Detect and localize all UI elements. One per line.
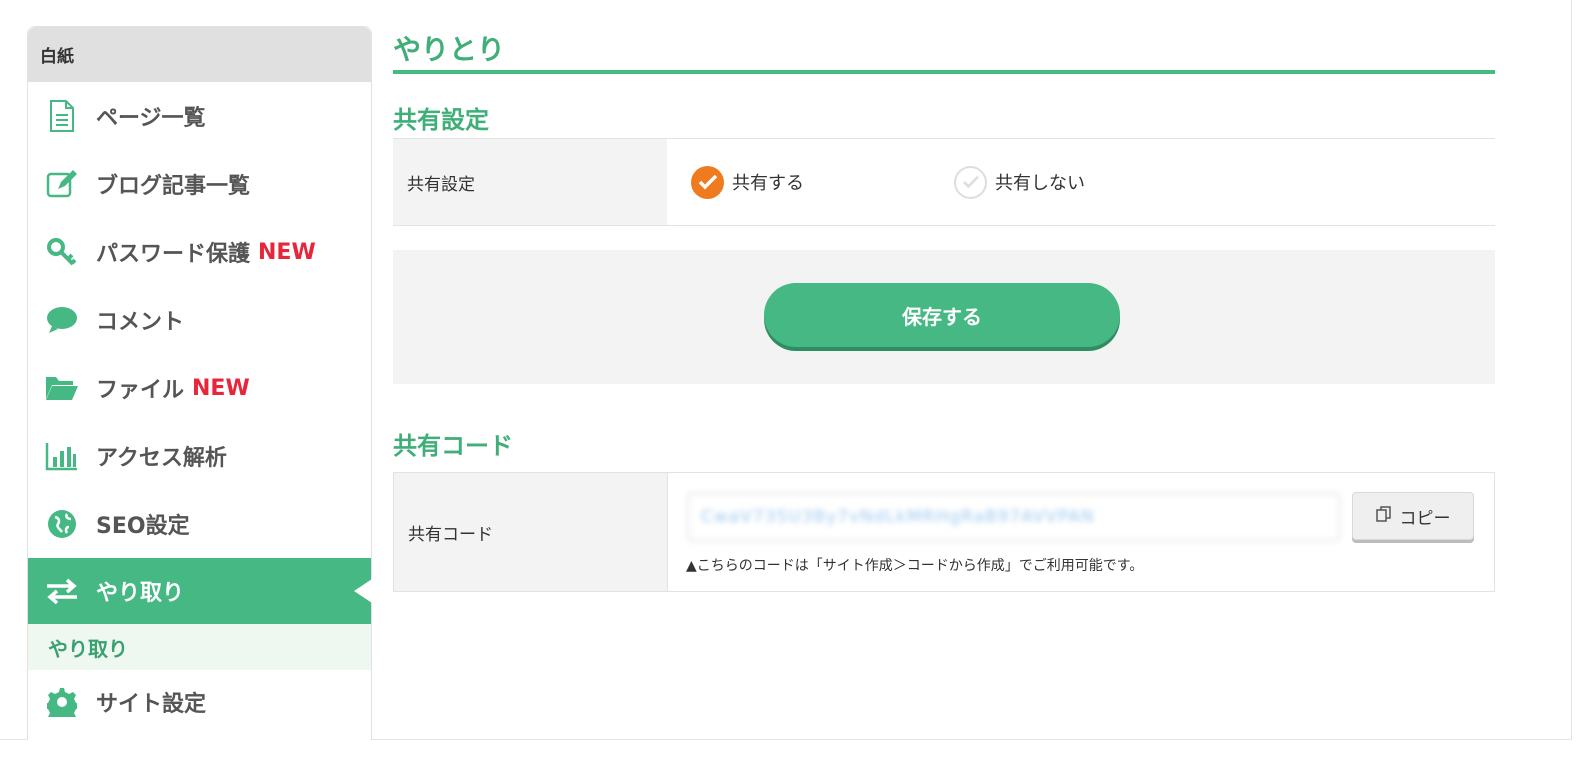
edit-icon [45,167,79,201]
share-code-note: ▲こちらのコードは「サイト作成＞コードから作成」でご利用可能です。 [686,558,1144,574]
sidebar-item-pages[interactable]: ページ一覧 [28,82,371,150]
share-code-field[interactable]: CwaV735U3By7vNdLkMRHgRaB97AVVPAN [688,493,1340,541]
folder-icon [45,371,79,405]
sidebar-item-label: ページ一覧 [96,106,206,131]
section-title-share-settings: 共有設定 [393,106,489,134]
sidebar-item-label: アクセス解析 [96,446,227,471]
sidebar-item-label: コメント [96,310,185,335]
sidebar-item-blog-posts[interactable]: ブログ記事一覧 [28,150,371,218]
share-settings-row: 共有設定 共有する 共有しない [393,138,1495,226]
share-code-content: CwaV735U3By7vNdLkMRHgRaB97AVVPAN コピー ▲こち… [668,473,1494,591]
share-options: 共有する 共有しない [667,139,1495,225]
section-title-share-code: 共有コード [393,432,513,460]
sidebar-header: 白紙 [28,27,371,82]
sidebar-item-exchange[interactable]: やり取り [28,558,372,624]
copy-button[interactable]: コピー [1352,492,1474,540]
key-icon [45,235,79,269]
save-button[interactable]: 保存する [764,283,1120,347]
sidebar-item-seo[interactable]: SEO設定 [28,490,371,558]
gear-icon [45,685,79,719]
comment-icon [45,303,79,337]
sidebar-subitem-exchange[interactable]: やり取り [28,624,371,670]
check-icon [954,165,987,199]
new-badge: NEW [192,375,250,401]
sidebar-item-label: サイト設定 [96,692,207,717]
radio-label: 共有しない [995,173,1085,194]
radio-label: 共有する [732,173,804,194]
globe-icon [45,507,79,541]
sidebar-item-site-settings[interactable]: サイト設定 [28,670,371,734]
copy-icon [1375,505,1392,527]
new-badge: NEW [258,239,316,265]
sidebar-item-password[interactable]: パスワード保護 NEW [28,218,371,286]
sidebar-item-label: ファイル [96,378,185,403]
main-content: やりとり 共有設定 共有設定 共有する 共有しない 保存する 共有コード 共有コ… [393,26,1495,592]
check-icon [691,165,724,199]
sidebar-item-label: パスワード保護 [96,242,251,267]
sidebar: 白紙 ページ一覧 ブログ記事一覧 パスワード保護 NEW コメント ファイル N… [27,26,372,740]
radio-share-on[interactable]: 共有する [691,165,804,199]
sidebar-item-analytics[interactable]: アクセス解析 [28,422,371,490]
share-code-row: 共有コード CwaV735U3By7vNdLkMRHgRaB97AVVPAN コ… [393,472,1495,592]
page-title: やりとり [393,26,1495,74]
share-settings-label: 共有設定 [393,139,667,225]
bar-chart-icon [45,439,79,473]
document-icon [45,99,79,133]
copy-button-label: コピー [1399,508,1451,529]
share-code-label: 共有コード [394,473,668,591]
sidebar-item-label: やり取り [96,581,185,606]
save-panel: 保存する [393,250,1495,384]
sidebar-item-files[interactable]: ファイル NEW [28,354,371,422]
radio-share-off[interactable]: 共有しない [954,165,1085,199]
sidebar-item-label: ブログ記事一覧 [96,174,251,199]
sidebar-item-label: SEO設定 [96,514,190,539]
sidebar-item-comments[interactable]: コメント [28,286,371,354]
swap-arrows-icon [45,574,79,608]
